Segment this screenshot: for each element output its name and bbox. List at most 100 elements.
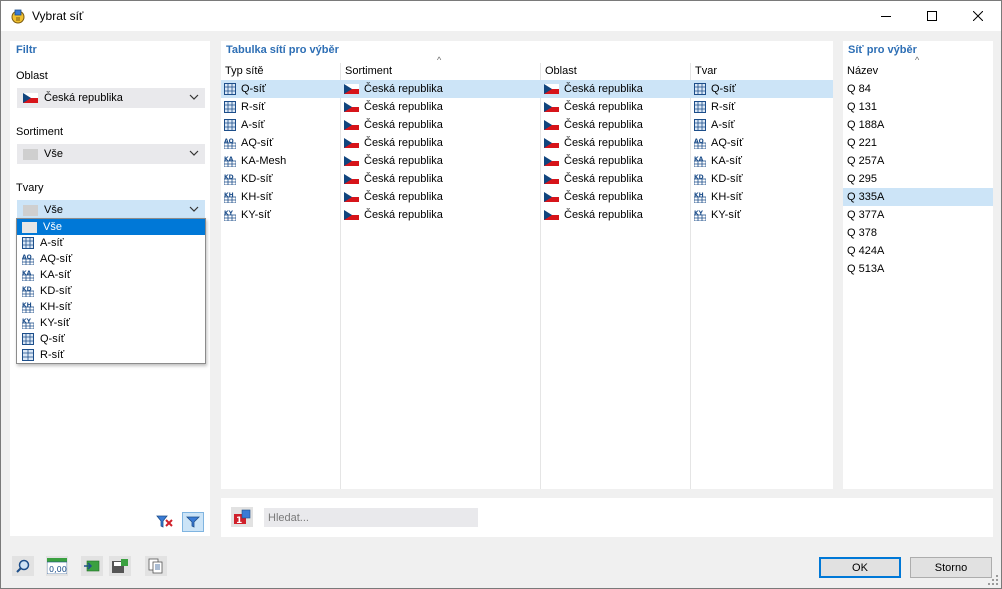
dropdown-item[interactable]: A-síť (17, 235, 205, 251)
table-row[interactable]: KD KD-síť Česká republika Česká republika KD… (221, 170, 833, 188)
filter-title: Filtr (16, 44, 37, 56)
czech-flag-icon (344, 138, 359, 148)
table-row[interactable]: A-síť Česká republika Česká republika A-síť (221, 116, 833, 134)
cell-type: AQ-síť (241, 137, 274, 149)
cell-assortment: Česká republika (364, 137, 443, 149)
czech-flag-icon (344, 192, 359, 202)
dropdown-item-label: R-síť (40, 349, 65, 361)
minimize-button[interactable] (863, 1, 909, 31)
column-header-shape[interactable]: Tvar (695, 65, 717, 77)
apply-filter-button[interactable] (182, 512, 204, 532)
net-list-item[interactable]: Q 424A (843, 242, 993, 260)
column-header-assortment[interactable]: Sortiment (345, 65, 392, 77)
chevron-down-icon (189, 150, 199, 156)
cell-assortment: Česká republika (364, 155, 443, 167)
dropdown-item[interactable]: Vše (17, 219, 205, 235)
ok-button[interactable]: OK (819, 557, 901, 578)
dropdown-item[interactable]: KD KD-síť (17, 283, 205, 299)
czech-flag-icon (544, 102, 559, 112)
net-list-item[interactable]: Q 221 (843, 134, 993, 152)
dropdown-item[interactable]: KH KH-síť (17, 299, 205, 315)
clear-filter-button[interactable] (154, 512, 176, 532)
mesh-type-icon (224, 119, 236, 131)
dropdown-item[interactable]: KA KA-síť (17, 267, 205, 283)
net-list-item[interactable]: Q 131 (843, 98, 993, 116)
mesh-r-icon (22, 349, 34, 361)
cell-region: Česká republika (564, 119, 643, 131)
mesh-type-icon: KY (224, 209, 236, 221)
cell-type: KA-Mesh (241, 155, 287, 167)
mesh-shape-icon: KA (694, 155, 706, 167)
column-header-region[interactable]: Oblast (545, 65, 577, 77)
net-list-item[interactable]: Q 377A (843, 206, 993, 224)
maximize-button[interactable] (909, 1, 955, 31)
filter-icon (186, 516, 200, 528)
table-row[interactable]: Q-síť Česká republika Česká republika Q-síť (221, 80, 833, 98)
net-list-item[interactable]: Q 513A (843, 260, 993, 278)
chevron-down-icon (189, 206, 199, 212)
mesh-search-icon: 1 (234, 509, 251, 525)
export-icon (84, 560, 100, 572)
window-title: Vybrat síť (32, 9, 84, 23)
mesh-aq-icon: AQ (22, 253, 34, 265)
net-list-item[interactable]: Q 378 (843, 224, 993, 242)
table-row[interactable]: KA KA-Mesh Česká republika Česká republika K… (221, 152, 833, 170)
assortment-label: Sortiment (16, 126, 64, 138)
column-header-name[interactable]: Název (847, 65, 878, 77)
czech-flag-icon (344, 120, 359, 130)
cell-type: KH-síť (241, 191, 273, 203)
mesh-shape-icon: AQ (694, 137, 706, 149)
table-row[interactable]: AQ AQ-síť Česká republika Česká republika AQ… (221, 134, 833, 152)
resize-grip-icon[interactable] (988, 575, 998, 585)
net-list-panel: Síť pro výběr ^ Název Q 84 Q 131 Q 188A Q 2… (843, 41, 993, 489)
table-row[interactable]: KY KY-síť Česká republika Česká republika KY… (221, 206, 833, 224)
czech-flag-icon (23, 93, 38, 103)
search-panel: 1 (221, 498, 993, 537)
mesh-q-icon (22, 333, 34, 345)
close-button[interactable] (955, 1, 1001, 31)
net-list-item[interactable]: Q 188A (843, 116, 993, 134)
mesh-type-icon: AQ (224, 137, 236, 149)
search-tool-button[interactable] (12, 556, 34, 576)
save-button[interactable] (109, 556, 131, 576)
search-input[interactable] (264, 508, 478, 527)
mesh-type-icon: KA (224, 155, 236, 167)
search-settings-button[interactable]: 1 (231, 507, 253, 527)
cancel-button[interactable]: Storno (910, 557, 992, 578)
table-row[interactable]: KH KH-síť Česká republika Česká republika KH… (221, 188, 833, 206)
region-combo[interactable]: Česká republika (17, 88, 205, 108)
export-button[interactable] (81, 556, 103, 576)
cell-region: Česká republika (564, 137, 643, 149)
mesh-type-icon: KH (224, 191, 236, 203)
czech-flag-icon (344, 210, 359, 220)
dropdown-item[interactable]: KY KY-síť (17, 315, 205, 331)
copy-list-icon (148, 558, 163, 574)
cell-type: A-síť (241, 119, 265, 131)
copy-button[interactable] (145, 556, 167, 576)
dropdown-item[interactable]: R-síť (17, 347, 205, 363)
decimal-format-button[interactable]: 0,00 (46, 556, 68, 576)
mesh-shape-icon (694, 101, 706, 113)
czech-flag-icon (544, 138, 559, 148)
mesh-type-icon (224, 83, 236, 95)
dropdown-item[interactable]: Q-síť (17, 331, 205, 347)
net-list-item[interactable]: Q 257A (843, 152, 993, 170)
cell-type: Q-síť (241, 83, 266, 95)
save-icon (112, 559, 128, 573)
net-list-item[interactable]: Q 295 (843, 170, 993, 188)
mesh-table-title: Tabulka sítí pro výběr (226, 44, 339, 56)
dropdown-item[interactable]: AQ AQ-síť (17, 251, 205, 267)
table-row[interactable]: R-síť Česká republika Česká republika R-síť (221, 98, 833, 116)
shapes-combo[interactable]: Vše (17, 200, 205, 220)
assortment-combo[interactable]: Vše (17, 144, 205, 164)
mesh-shape-icon: KH (694, 191, 706, 203)
column-header-type[interactable]: Typ sítě (225, 65, 264, 77)
czech-flag-icon (544, 84, 559, 94)
cell-region: Česká republika (564, 209, 643, 221)
cell-assortment: Česká republika (364, 101, 443, 113)
app-icon (10, 8, 26, 24)
czech-flag-icon (544, 192, 559, 202)
net-list-item[interactable]: Q 335A (843, 188, 993, 206)
number-format-icon: 0,00 (47, 558, 67, 574)
net-list-item[interactable]: Q 84 (843, 80, 993, 98)
